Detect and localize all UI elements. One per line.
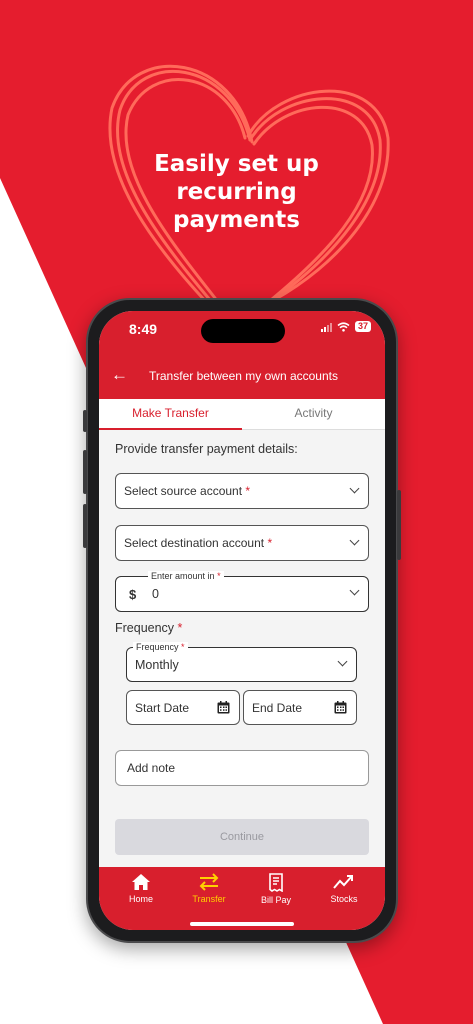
bill-icon [269, 873, 283, 892]
nav-label-transfer: Transfer [192, 894, 226, 904]
required-mark: * [245, 484, 251, 498]
frequency-floating-label: Frequency * [133, 642, 188, 653]
required-mark: * [267, 536, 273, 550]
page-title: Transfer between my own accounts [149, 369, 338, 383]
promo-headline: Easily set up recurring payments [0, 150, 473, 234]
phone-frame: 8:49 37 ← Transfer between my own accoun… [83, 298, 401, 943]
status-time: 8:49 [129, 321, 158, 337]
nav-label-home: Home [128, 894, 153, 904]
tab-bar: Make Transfer Activity [99, 399, 385, 430]
calendar-icon[interactable] [217, 701, 230, 714]
destination-account-label: Select destination account * [124, 526, 272, 560]
phone-screen: 8:49 37 ← Transfer between my own accoun… [99, 311, 385, 930]
phone-volume-up [83, 450, 87, 494]
bottom-nav: Home Transfer Bill Pay Stocks [99, 867, 385, 930]
headline-line-3: payments [173, 207, 300, 233]
start-date-placeholder: Start Date [135, 701, 190, 715]
frequency-value: Monthly [135, 658, 179, 672]
headline-line-1: Easily set up [154, 151, 319, 177]
destination-account-label-text: Select destination account [124, 536, 265, 550]
transfer-form: Provide transfer payment details: Select… [99, 430, 385, 867]
chevron-down-icon [337, 656, 348, 667]
amount-floating-label-text: Enter amount in [151, 571, 215, 581]
nav-item-stocks[interactable]: Stocks [309, 873, 379, 904]
amount-field[interactable]: Enter amount in * $ 0 [115, 571, 369, 612]
app-bar: ← Transfer between my own accounts [99, 355, 385, 399]
required-mark: * [181, 642, 185, 652]
amount-floating-label: Enter amount in * [148, 571, 224, 582]
dynamic-island [201, 319, 285, 343]
phone-side-button [83, 410, 87, 432]
start-date-field[interactable]: Start Date [126, 690, 240, 725]
nav-label-stocks: Stocks [330, 894, 358, 904]
calendar-icon[interactable] [334, 701, 347, 714]
status-icons: 37 [320, 321, 371, 332]
source-account-label-text: Select source account [124, 484, 243, 498]
required-mark: * [217, 571, 221, 581]
chevron-down-icon [349, 535, 360, 546]
amount-value: 0 [152, 587, 159, 601]
required-mark: * [177, 621, 183, 635]
continue-button[interactable]: Continue [115, 819, 369, 855]
currency-symbol: $ [129, 587, 137, 602]
nav-item-bill-pay[interactable]: Bill Pay [241, 873, 311, 905]
chevron-down-icon [349, 483, 360, 494]
battery-icon: 37 [354, 321, 371, 332]
nav-item-transfer[interactable]: Transfer [174, 873, 244, 904]
frequency-section-label-text: Frequency [115, 621, 175, 635]
stocks-icon [333, 875, 353, 889]
end-date-placeholder: End Date [252, 701, 303, 715]
tab-activity[interactable]: Activity [242, 399, 385, 430]
source-account-select[interactable]: Select source account * [115, 473, 369, 509]
chevron-down-icon[interactable] [349, 585, 360, 596]
frequency-select[interactable]: Frequency * Monthly [126, 642, 357, 682]
destination-account-select[interactable]: Select destination account * [115, 525, 369, 561]
nav-label-bill-pay: Bill Pay [260, 895, 291, 905]
add-note-field[interactable]: Add note [115, 750, 369, 786]
home-icon [132, 874, 150, 890]
home-indicator [190, 922, 294, 926]
signal-icon [320, 322, 332, 332]
phone-power-button [397, 490, 401, 560]
transfer-icon [199, 873, 219, 891]
status-bar: 8:49 37 [99, 311, 385, 355]
frequency-floating-label-text: Frequency [136, 642, 179, 652]
add-note-placeholder: Add note [127, 761, 176, 775]
phone-volume-down [83, 504, 87, 548]
source-account-label: Select source account * [124, 474, 250, 508]
form-prompt: Provide transfer payment details: [115, 442, 298, 456]
headline-line-2: recurring [176, 179, 297, 205]
back-arrow-icon[interactable]: ← [111, 365, 128, 385]
end-date-field[interactable]: End Date [243, 690, 357, 725]
nav-item-home[interactable]: Home [106, 873, 176, 904]
wifi-icon [337, 321, 350, 332]
frequency-section-label: Frequency * [115, 621, 182, 635]
tab-make-transfer[interactable]: Make Transfer [99, 399, 242, 430]
